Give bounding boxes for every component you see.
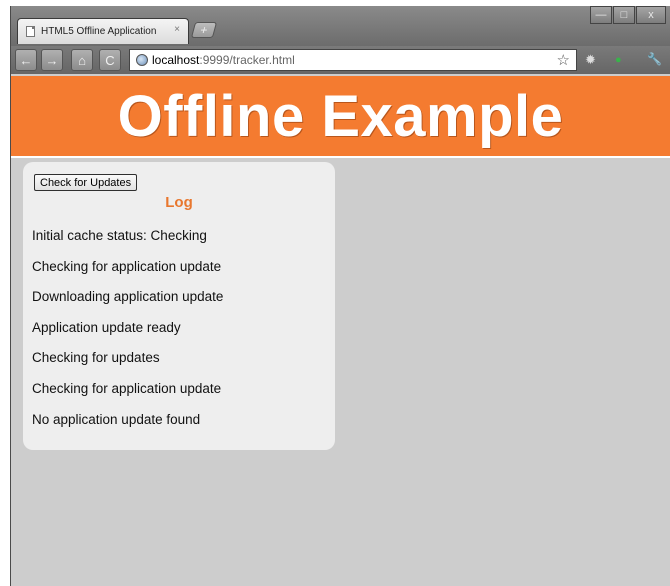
- log-panel: Check for Updates Log Initial cache stat…: [23, 162, 335, 450]
- title-bar: HTML5 Offline Application × + — □ x: [11, 6, 670, 46]
- tab-title: HTML5 Offline Application: [41, 26, 157, 37]
- check-for-updates-button[interactable]: Check for Updates: [34, 174, 138, 191]
- page-icon: [26, 26, 35, 37]
- banner-title: Offline Example: [117, 83, 564, 149]
- log-entry: Checking for application update: [32, 258, 222, 274]
- log-entry: Downloading application update: [32, 289, 224, 305]
- minimize-button[interactable]: —: [590, 6, 612, 24]
- page-content: Offline Example Check for Updates Log In…: [11, 74, 670, 586]
- page-banner: Offline Example: [11, 76, 670, 158]
- bookmark-star-icon[interactable]: ☆: [557, 51, 570, 69]
- address-bar[interactable]: localhost :9999/tracker.html ☆: [129, 49, 577, 71]
- log-entry: Checking for updates: [32, 350, 160, 366]
- browser-tab[interactable]: HTML5 Offline Application ×: [17, 18, 189, 44]
- extension-icon[interactable]: ✹: [585, 52, 596, 68]
- close-window-button[interactable]: x: [636, 6, 666, 24]
- back-button[interactable]: ←: [15, 49, 37, 71]
- reload-button[interactable]: C: [99, 49, 121, 71]
- globe-icon: [136, 54, 148, 66]
- wrench-icon[interactable]: 🔧: [647, 52, 662, 66]
- log-heading: Log: [165, 194, 193, 211]
- log-list: Initial cache status: Checking Checking …: [32, 228, 223, 442]
- url-host: localhost: [152, 53, 200, 67]
- close-tab-icon[interactable]: ×: [174, 24, 180, 35]
- log-entry: Checking for application update: [32, 380, 222, 396]
- browser-toolbar: ← → ⌂ C localhost :9999/tracker.html ☆ ✹…: [11, 46, 670, 74]
- url-path: :9999/tracker.html: [199, 53, 295, 67]
- log-entry: Initial cache status: Checking: [32, 228, 207, 243]
- home-button[interactable]: ⌂: [71, 49, 93, 71]
- browser-window: HTML5 Offline Application × + — □ x ← → …: [10, 6, 670, 586]
- extension-green-icon[interactable]: ●: [615, 54, 622, 66]
- log-entry: Application update ready: [32, 319, 181, 335]
- window-controls: — □ x: [589, 6, 666, 24]
- forward-button[interactable]: →: [41, 49, 63, 71]
- log-entry: No application update found: [32, 411, 201, 427]
- new-tab-button[interactable]: +: [190, 22, 218, 38]
- maximize-button[interactable]: □: [613, 6, 635, 24]
